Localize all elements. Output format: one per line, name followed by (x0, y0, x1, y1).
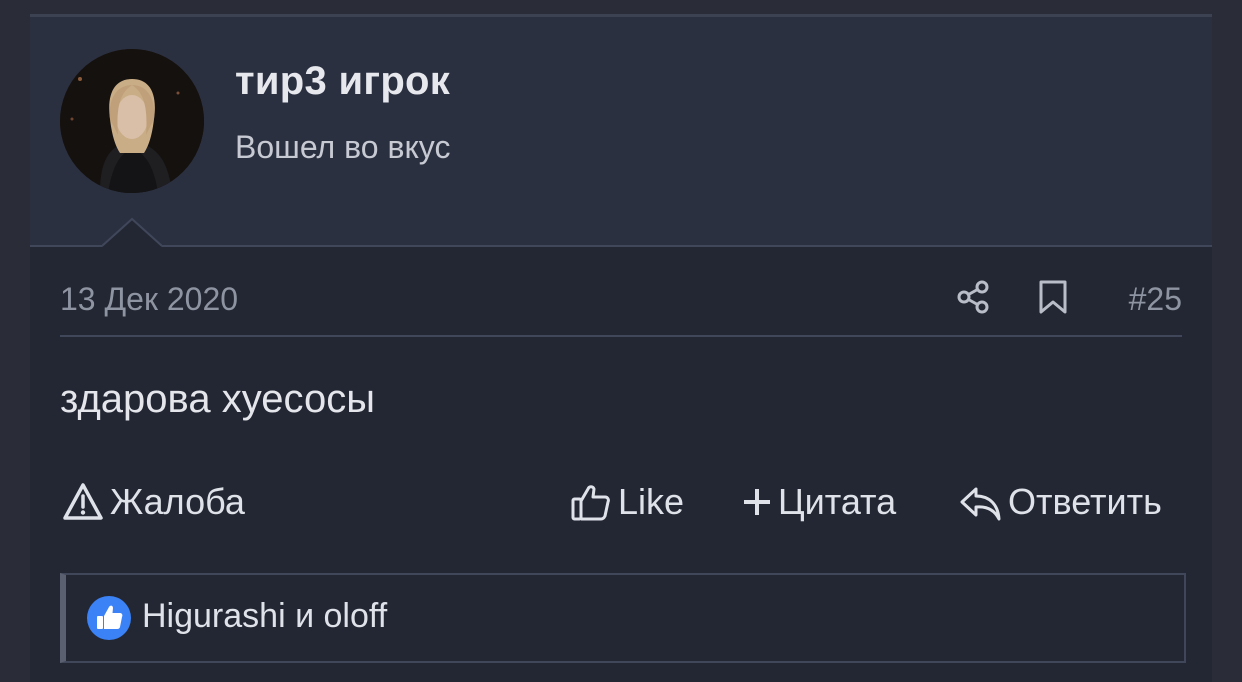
thumbs-up-icon (571, 485, 610, 521)
avatar-image (60, 49, 204, 193)
likes-summary[interactable]: Higurashi и oloff (60, 573, 1186, 663)
avatar[interactable] (60, 49, 204, 193)
quote-label: Цитата (778, 481, 897, 522)
author-name[interactable]: тир3 игрок (235, 59, 450, 104)
post-author-header: тир3 игрок Вошел во вкус (30, 17, 1212, 247)
post-meta-row: 13 Дек 2020 #25 (60, 279, 1182, 337)
bookmark-icon[interactable] (1036, 279, 1070, 315)
like-label: Like (618, 481, 685, 522)
reply-label: Ответить (1008, 481, 1162, 522)
reply-arrow-icon (960, 487, 1001, 521)
quote-button[interactable]: Цитата (742, 477, 896, 527)
like-badge-icon (87, 596, 131, 640)
report-button[interactable]: Жалоба (62, 477, 245, 527)
post-date[interactable]: 13 Дек 2020 (60, 281, 238, 318)
likes-users[interactable]: Higurashi и oloff (142, 597, 387, 636)
forum-post: тир3 игрок Вошел во вкус 13 Дек 2020 #25… (30, 14, 1212, 682)
header-pointer-arrow (102, 217, 162, 247)
page: тир3 игрок Вошел во вкус 13 Дек 2020 #25… (0, 0, 1242, 682)
report-label: Жалоба (110, 481, 245, 522)
post-message: здарова хуесосы (60, 377, 375, 421)
plus-icon (744, 489, 770, 515)
share-icon[interactable] (956, 279, 992, 315)
post-number[interactable]: #25 (1129, 281, 1182, 318)
post-actions: Жалоба Like Цитата Ответить (60, 477, 1182, 527)
warning-triangle-icon (63, 483, 103, 520)
author-title: Вошел во вкус (235, 129, 451, 165)
like-button[interactable]: Like (570, 477, 684, 527)
reply-button[interactable]: Ответить (958, 477, 1162, 527)
